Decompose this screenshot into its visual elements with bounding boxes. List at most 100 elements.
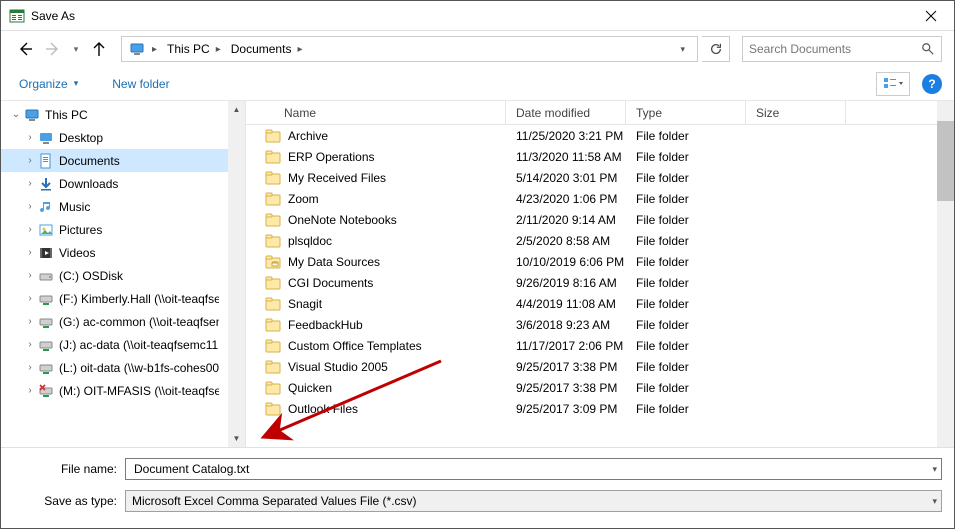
tree-item[interactable]: ›Documents bbox=[1, 149, 245, 172]
address-history-dropdown[interactable]: ▾ bbox=[672, 44, 693, 55]
chevron-right-icon[interactable]: › bbox=[23, 316, 37, 327]
chevron-right-icon[interactable]: › bbox=[23, 155, 37, 166]
column-date[interactable]: Date modified bbox=[506, 101, 626, 124]
file-row[interactable]: My Data Sources10/10/2019 6:06 PMFile fo… bbox=[246, 251, 954, 272]
filename-history-dropdown[interactable]: ▾ bbox=[932, 464, 937, 475]
tree-item[interactable]: ›(F:) Kimberly.Hall (\\oit-teaqfsemc1 bbox=[1, 287, 245, 310]
scroll-down-button[interactable]: ▼ bbox=[228, 430, 245, 447]
filename-input[interactable] bbox=[132, 461, 935, 477]
tree-item[interactable]: ›Downloads bbox=[1, 172, 245, 195]
back-button[interactable] bbox=[13, 37, 37, 61]
app-icon bbox=[9, 8, 25, 24]
file-name: Snagit bbox=[288, 297, 322, 311]
folder-icon bbox=[264, 317, 282, 333]
refresh-button[interactable] bbox=[702, 36, 730, 62]
chevron-right-icon[interactable]: › bbox=[23, 247, 37, 258]
search-box[interactable]: Search Documents bbox=[742, 36, 942, 62]
tree-item[interactable]: ›Desktop bbox=[1, 126, 245, 149]
file-scrollbar[interactable] bbox=[937, 101, 954, 447]
chevron-right-icon[interactable]: › bbox=[23, 132, 37, 143]
file-row[interactable]: ERP Operations11/3/2020 11:58 AMFile fol… bbox=[246, 146, 954, 167]
chevron-right-icon[interactable]: › bbox=[23, 362, 37, 373]
savetype-combobox[interactable]: Microsoft Excel Comma Separated Values F… bbox=[125, 490, 942, 512]
close-button[interactable] bbox=[908, 1, 954, 31]
netdrive-icon bbox=[37, 290, 55, 308]
tree-item[interactable]: ›(J:) ac-data (\\oit-teaqfsemc11.som bbox=[1, 333, 245, 356]
navigation-tree[interactable]: ⌄ This PC ›Desktop›Documents›Downloads›M… bbox=[1, 101, 246, 447]
forward-button[interactable] bbox=[41, 37, 65, 61]
file-date: 4/4/2019 11:08 AM bbox=[506, 297, 626, 311]
chevron-right-icon[interactable]: › bbox=[23, 224, 37, 235]
file-row[interactable]: Snagit 4/4/2019 11:08 AMFile folder bbox=[246, 293, 954, 314]
chevron-right-icon[interactable]: › bbox=[23, 201, 37, 212]
file-name: OneNote Notebooks bbox=[288, 213, 397, 227]
address-bar[interactable]: ▸ This PC ▸ Documents ▸ ▾ bbox=[121, 36, 698, 62]
pc-icon bbox=[23, 106, 41, 124]
tree-this-pc[interactable]: ⌄ This PC bbox=[1, 103, 245, 126]
new-folder-button[interactable]: New folder bbox=[106, 73, 175, 95]
file-row[interactable]: plsqldoc2/5/2020 8:58 AMFile folder bbox=[246, 230, 954, 251]
savetype-dropdown-icon[interactable]: ▾ bbox=[932, 496, 937, 507]
folder-icon bbox=[264, 233, 282, 249]
tree-item[interactable]: ›Music bbox=[1, 195, 245, 218]
chevron-right-icon[interactable]: › bbox=[23, 339, 37, 350]
tree-item-label: (L:) oit-data (\\w-b1fs-cohes001.so bbox=[59, 361, 219, 375]
tree-item[interactable]: ›Videos bbox=[1, 241, 245, 264]
column-size[interactable]: Size bbox=[746, 101, 846, 124]
chevron-right-icon[interactable]: › bbox=[23, 178, 37, 189]
file-name: Outlook Files bbox=[288, 402, 358, 416]
view-options-button[interactable] bbox=[876, 72, 910, 96]
tree-item[interactable]: ›Pictures bbox=[1, 218, 245, 241]
file-type: File folder bbox=[626, 402, 746, 416]
chevron-right-icon[interactable]: › bbox=[23, 270, 37, 281]
down-icon bbox=[37, 175, 55, 193]
file-date: 9/25/2017 3:38 PM bbox=[506, 381, 626, 395]
file-row[interactable]: FeedbackHub3/6/2018 9:23 AMFile folder bbox=[246, 314, 954, 335]
scroll-up-button[interactable]: ▲ bbox=[228, 101, 245, 118]
file-type: File folder bbox=[626, 297, 746, 311]
tree-item[interactable]: › (C:) OSDisk bbox=[1, 264, 245, 287]
scrollbar-thumb[interactable] bbox=[937, 121, 954, 201]
column-type[interactable]: Type bbox=[626, 101, 746, 124]
breadcrumb-root-arrow[interactable]: ▸ bbox=[148, 44, 161, 55]
file-row[interactable]: Visual Studio 20059/25/2017 3:38 PMFile … bbox=[246, 356, 954, 377]
filename-field[interactable]: ▾ bbox=[125, 458, 942, 480]
file-row[interactable]: Quicken9/25/2017 3:38 PMFile folder bbox=[246, 377, 954, 398]
column-name[interactable]: Name bbox=[246, 101, 506, 124]
file-row[interactable]: OneNote Notebooks2/11/2020 9:14 AMFile f… bbox=[246, 209, 954, 230]
tree-item-label: (C:) OSDisk bbox=[59, 269, 123, 283]
file-row[interactable]: Outlook Files9/25/2017 3:09 PMFile folde… bbox=[246, 398, 954, 419]
file-type: File folder bbox=[626, 129, 746, 143]
file-type: File folder bbox=[626, 192, 746, 206]
tree-item[interactable]: › (L:) oit-data (\\w-b1fs-cohes001.so bbox=[1, 356, 245, 379]
breadcrumb-arrow[interactable]: ▸ bbox=[212, 44, 225, 55]
chevron-right-icon[interactable]: › bbox=[23, 385, 37, 396]
up-button[interactable] bbox=[87, 37, 111, 61]
filename-label: File name: bbox=[13, 462, 125, 476]
folder-icon bbox=[264, 359, 282, 375]
file-date: 9/26/2019 8:16 AM bbox=[506, 276, 626, 290]
file-row[interactable]: My Received Files5/14/2020 3:01 PMFile f… bbox=[246, 167, 954, 188]
file-name: My Received Files bbox=[288, 171, 386, 185]
tree-scrollbar[interactable]: ▲ ▼ bbox=[228, 101, 245, 447]
recent-locations-button[interactable]: ▾ bbox=[69, 37, 83, 61]
file-row[interactable]: Zoom4/23/2020 1:06 PMFile folder bbox=[246, 188, 954, 209]
file-type: File folder bbox=[626, 381, 746, 395]
file-row[interactable]: Custom Office Templates11/17/2017 2:06 P… bbox=[246, 335, 954, 356]
breadcrumb-arrow[interactable]: ▸ bbox=[293, 44, 306, 55]
file-type: File folder bbox=[626, 255, 746, 269]
breadcrumb-documents[interactable]: Documents bbox=[225, 42, 294, 56]
file-row[interactable]: Archive11/25/2020 3:21 PMFile folder bbox=[246, 125, 954, 146]
help-button[interactable]: ? bbox=[922, 74, 942, 94]
tree-item[interactable]: ›(G:) ac-common (\\oit-teaqfsemc1 bbox=[1, 310, 245, 333]
tree-item[interactable]: ›(M:) OIT-MFASIS (\\oit-teaqfsemc1 bbox=[1, 379, 245, 402]
folder-icon bbox=[264, 128, 282, 144]
file-date: 3/6/2018 9:23 AM bbox=[506, 318, 626, 332]
desktop-icon bbox=[37, 129, 55, 147]
breadcrumb-this-pc[interactable]: This PC bbox=[161, 42, 212, 56]
file-type: File folder bbox=[626, 213, 746, 227]
chevron-down-icon[interactable]: ⌄ bbox=[9, 109, 23, 120]
chevron-right-icon[interactable]: › bbox=[23, 293, 37, 304]
organize-menu[interactable]: Organize▾ bbox=[13, 73, 84, 95]
file-row[interactable]: CGI Documents9/26/2019 8:16 AMFile folde… bbox=[246, 272, 954, 293]
